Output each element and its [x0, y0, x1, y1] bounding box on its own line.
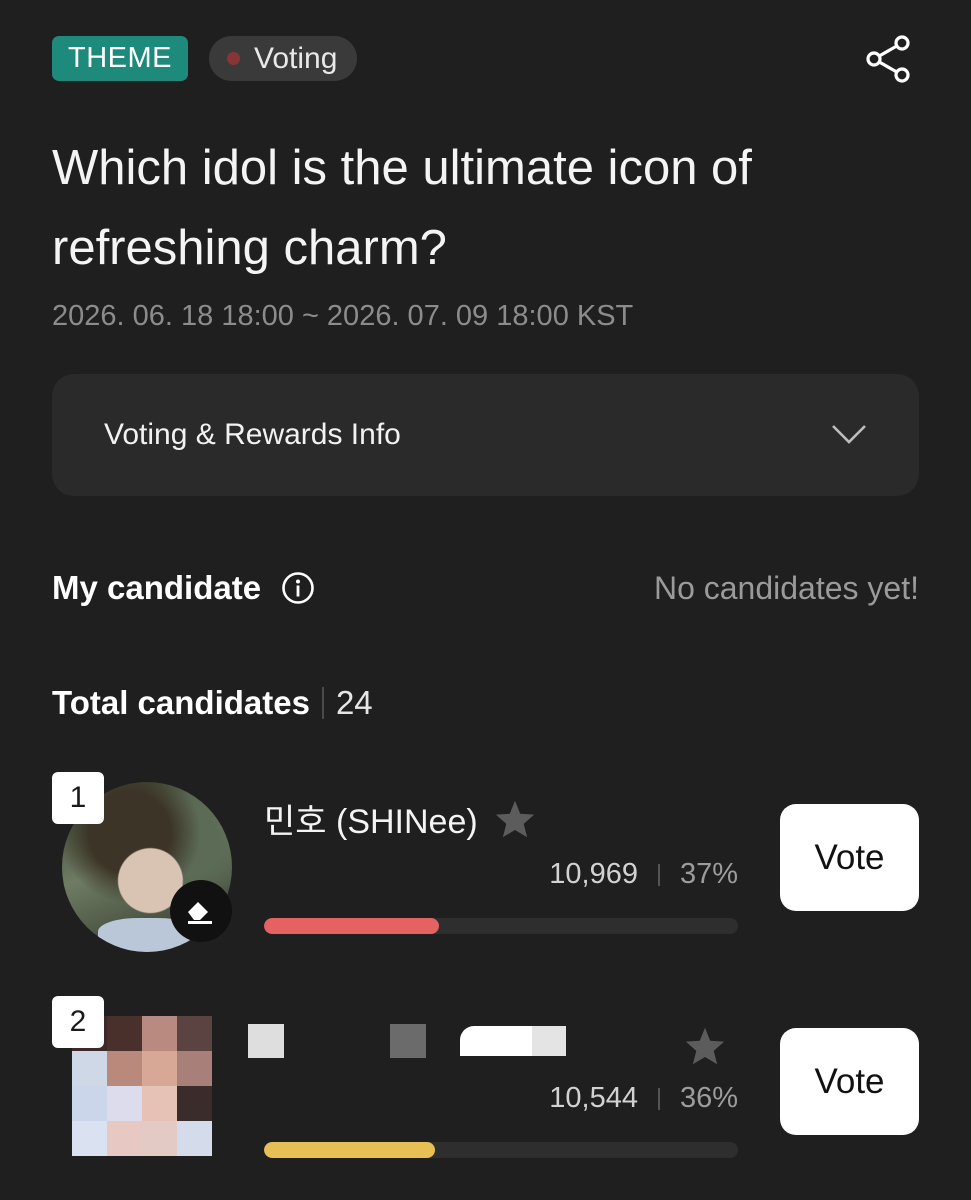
candidate-card: 1 민호 (SHINee) 10,969 37% Vote	[52, 772, 919, 962]
rank-badge: 2	[52, 996, 104, 1048]
voting-rewards-info-label: Voting & Rewards Info	[104, 418, 401, 451]
share-button[interactable]	[864, 34, 912, 84]
vote-progress-fill	[264, 1142, 435, 1158]
rank-badge: 1	[52, 772, 104, 824]
vote-percent: 36%	[679, 1082, 738, 1114]
voting-rewards-info-toggle[interactable]: Voting & Rewards Info	[52, 374, 919, 496]
header-badges: THEME Voting	[52, 36, 358, 81]
vote-count: 10,544	[549, 1082, 638, 1114]
status-dot	[227, 52, 240, 65]
total-candidates: Total candidates 24	[52, 684, 373, 722]
my-candidate-empty-text: No candidates yet!	[653, 569, 919, 606]
theme-badge: THEME	[52, 36, 188, 81]
vote-stats: 10,969 37%	[549, 858, 738, 891]
eraser-icon[interactable]	[170, 880, 232, 942]
divider	[321, 687, 324, 719]
star-icon[interactable]	[684, 1026, 726, 1066]
total-candidates-label: Total candidates	[52, 684, 310, 721]
status-badge: Voting	[209, 36, 358, 81]
vote-progress-fill	[264, 918, 440, 934]
poll-period: 2026. 06. 18 18:00 ~ 2026. 07. 09 18:00 …	[52, 300, 634, 332]
vote-percent: 37%	[679, 858, 738, 890]
vote-progress-bar	[264, 918, 738, 934]
share-icon	[866, 35, 910, 83]
status-label: Voting	[254, 41, 338, 75]
info-icon[interactable]	[281, 571, 315, 605]
vote-count: 10,969	[549, 858, 638, 890]
vote-button[interactable]: Vote	[780, 1028, 919, 1135]
my-candidate-row: My candidate No candidates yet!	[52, 565, 919, 611]
divider	[657, 1087, 660, 1110]
candidate-name-row: 민호 (SHINee)	[264, 794, 536, 843]
eraser-icon-glyph	[188, 902, 212, 924]
poll-title: Which idol is the ultimate icon of refre…	[52, 141, 752, 275]
candidate-card: 2 10,544 36% Vote	[52, 996, 919, 1186]
star-icon[interactable]	[494, 799, 536, 839]
chevron-down-icon	[832, 425, 866, 444]
vote-button[interactable]: Vote	[780, 804, 919, 911]
my-candidate-title: My candidate	[52, 569, 262, 606]
candidate-name-redacted	[248, 1018, 748, 1062]
divider	[657, 863, 660, 886]
total-candidates-count: 24	[335, 684, 373, 721]
candidate-name: 민호 (SHINee)	[264, 803, 478, 841]
vote-progress-bar	[264, 1142, 738, 1158]
vote-stats: 10,544 36%	[549, 1082, 738, 1115]
